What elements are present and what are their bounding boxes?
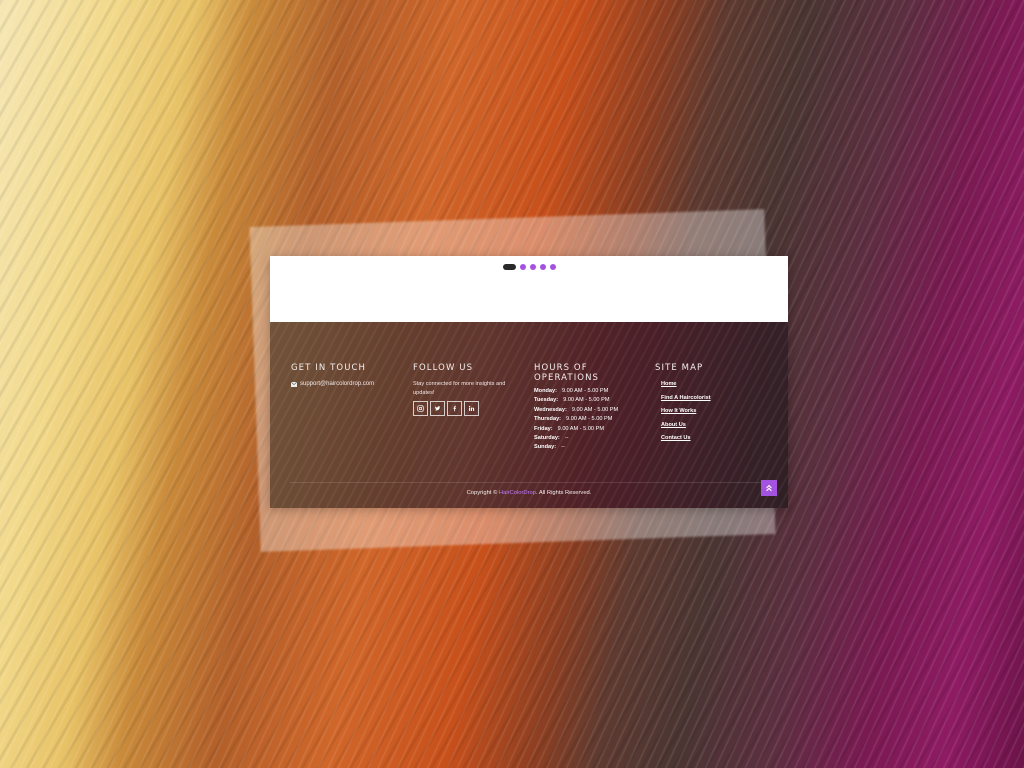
carousel-dot-3[interactable] [529,264,536,270]
footer-hours-column: HOURS OF OPERATIONS Monday: 9.00 AM - 5.0… [534,363,644,453]
hours-row: Saturday: -- [534,434,644,443]
sitemap-heading: SITE MAP [655,363,704,373]
instagram-button[interactable] [413,401,428,416]
hours-time: 9.00 AM - 5.00 PM [571,406,619,413]
linkedin-button[interactable] [464,401,479,416]
facebook-icon [453,405,457,412]
hours-row: Sunday: -- [534,443,644,452]
carousel-dot-2[interactable] [519,264,526,270]
footer-sitemap-column: SITE MAP Home Find A Haircolorist How It… [655,363,765,446]
sitemap-link-about-us[interactable]: About Us [661,419,765,433]
hours-time: -- [561,444,565,451]
footer-divider [290,482,768,483]
sitemap-link-home[interactable]: Home [661,378,765,392]
hours-time: 9.00 AM - 5.00 PM [563,397,610,404]
follow-heading: FOLLOW US [413,363,474,373]
sitemap-link-contact-us[interactable]: Contact Us [661,432,765,446]
hours-time: -- [564,435,569,442]
hours-day: Sunday: [534,444,557,451]
footer-follow-column: FOLLOW US Stay connected for more insigh… [413,363,523,416]
carousel-dot-5[interactable] [549,264,556,270]
hours-row: Monday: 9.00 AM - 5.00 PM [534,387,644,396]
social-links [413,401,523,416]
modal-panel: GET IN TOUCH support@haircolordrop.com F… [270,256,788,508]
carousel-dot-4[interactable] [539,264,546,270]
carousel-dot-1[interactable] [502,264,516,270]
double-chevron-up-icon [766,484,772,492]
footer-contact-column: GET IN TOUCH support@haircolordrop.com [291,363,401,387]
hours-row: Friday: 9.00 AM - 5.00 PM [534,425,644,434]
hours-day: Thursday: [534,416,562,423]
instagram-icon [417,405,424,412]
scroll-to-top-button[interactable] [761,480,777,496]
copyright-prefix: Copyright © [466,490,498,496]
sitemap-links: Home Find A Haircolorist How It Works Ab… [655,378,765,446]
hours-day: Wednesday: [534,406,567,413]
sitemap-link-find-haircolorist[interactable]: Find A Haircolorist [661,392,765,406]
copyright: Copyright © HairColorDrop. All Rights Re… [270,490,788,496]
hours-day: Tuesday: [534,397,559,404]
linkedin-icon [468,405,475,411]
hours-day: Friday: [534,425,553,432]
hours-heading: HOURS OF OPERATIONS [534,363,600,383]
hours-day: Monday: [534,388,557,394]
hours-list: Monday: 9.00 AM - 5.00 PM Tuesday: 9.00 AM… [534,387,644,453]
hours-time: 9.00 AM - 5.00 PM [557,425,604,432]
sitemap-link-how-it-works[interactable]: How It Works [661,405,765,419]
follow-text: Stay connected for more insights and upd… [413,381,506,396]
hours-row: Thursday: 9.00 AM - 5.00 PM [534,415,644,424]
site-footer: GET IN TOUCH support@haircolordrop.com F… [270,322,788,508]
hours-row: Tuesday: 9.00 AM - 5.00 PM [534,396,644,405]
hours-row: Wednesday: 9.00 AM - 5.00 PM [534,406,644,415]
contact-email[interactable]: support@haircolordrop.com [300,381,374,387]
copyright-suffix: . All Rights Reserved. [535,490,592,496]
facebook-button[interactable] [447,401,462,416]
carousel-dots [270,264,788,270]
contact-heading: GET IN TOUCH [291,363,367,373]
mail-icon [291,381,297,387]
twitter-button[interactable] [430,401,445,416]
contact-email-row[interactable]: support@haircolordrop.com [291,381,401,387]
hours-time: 9.00 AM - 5.00 PM [566,416,613,423]
hours-time: 9.00 AM - 5.00 PM [562,388,609,394]
hours-day: Saturday: [534,435,560,442]
twitter-icon [434,406,441,411]
copyright-brand-link[interactable]: HairColorDrop [499,490,536,496]
